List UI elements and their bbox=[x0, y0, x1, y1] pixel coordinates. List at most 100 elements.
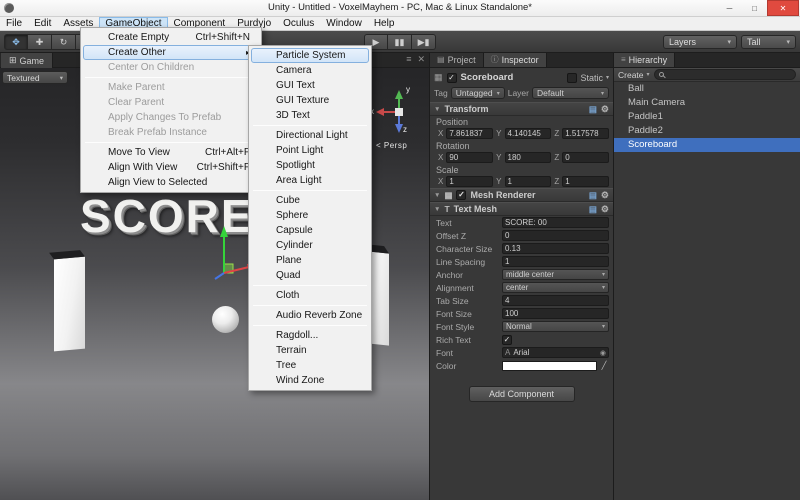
tab-inspector[interactable]: ⓘ Inspector bbox=[484, 52, 547, 67]
scale-z-field[interactable]: 1 bbox=[562, 176, 609, 187]
foldout-icon[interactable]: ▼ bbox=[434, 106, 440, 113]
submenu-item-camera[interactable]: Camera bbox=[251, 63, 369, 78]
submenu-item-directional-light[interactable]: Directional Light bbox=[251, 128, 369, 143]
text-mesh-header[interactable]: ▼ T Text Mesh ▤ ⚙ bbox=[430, 202, 613, 216]
reference-icon[interactable]: ▤ bbox=[589, 204, 597, 215]
tab-hierarchy[interactable]: ≡ Hierarchy bbox=[614, 52, 675, 67]
eyedropper-icon[interactable]: ╱ bbox=[599, 361, 609, 370]
position-x-field[interactable]: 7.861837 bbox=[446, 128, 493, 139]
perspective-label[interactable]: < Persp bbox=[376, 141, 407, 150]
rotation-y-field[interactable]: 180 bbox=[505, 152, 552, 163]
drawmode-dropdown[interactable]: Textured ▾ bbox=[2, 71, 68, 84]
submenu-item-point-light[interactable]: Point Light bbox=[251, 143, 369, 158]
submenu-item-wind-zone[interactable]: Wind Zone bbox=[251, 373, 369, 388]
submenu-item-cylinder[interactable]: Cylinder bbox=[251, 238, 369, 253]
position-y-field[interactable]: 4.140145 bbox=[505, 128, 552, 139]
menu-item-move-to-view[interactable]: Move To View Ctrl+Alt+F bbox=[83, 145, 259, 160]
submenu-item-terrain[interactable]: Terrain bbox=[251, 343, 369, 358]
menu-file[interactable]: File bbox=[0, 17, 28, 30]
submenu-item-area-light[interactable]: Area Light bbox=[251, 173, 369, 188]
submenu-item-sphere[interactable]: Sphere bbox=[251, 208, 369, 223]
submenu-item-gui-text[interactable]: GUI Text bbox=[251, 78, 369, 93]
reference-icon[interactable]: ▤ bbox=[589, 190, 597, 201]
character-size-field[interactable]: 0.13 bbox=[502, 243, 609, 254]
alignment-dropdown[interactable]: center ▾ bbox=[502, 282, 609, 293]
tab-size-field[interactable]: 4 bbox=[502, 295, 609, 306]
ball-object[interactable] bbox=[212, 306, 239, 333]
submenu-item-audio-reverb-zone[interactable]: Audio Reverb Zone bbox=[251, 308, 369, 323]
gear-icon[interactable]: ⚙ bbox=[601, 190, 609, 201]
mesh-renderer-header[interactable]: ▼ ▦ ✓ Mesh Renderer ▤ ⚙ bbox=[430, 188, 613, 202]
close-button[interactable]: ✕ bbox=[767, 0, 799, 16]
scale-y-field[interactable]: 1 bbox=[505, 176, 552, 187]
hand-tool-icon[interactable]: ✥ bbox=[4, 34, 28, 50]
rotate-tool-icon[interactable]: ↻ bbox=[52, 34, 76, 50]
font-size-field[interactable]: 100 bbox=[502, 308, 609, 319]
font-object-field[interactable]: A Arial ◉ bbox=[502, 347, 609, 358]
menu-item-align-view-to-selected[interactable]: Align View to Selected bbox=[83, 175, 259, 190]
submenu-item-capsule[interactable]: Capsule bbox=[251, 223, 369, 238]
hierarchy-item-main-camera[interactable]: Main Camera bbox=[614, 96, 800, 110]
close-icon[interactable]: ✕ bbox=[417, 54, 425, 65]
reference-icon[interactable]: ▤ bbox=[589, 104, 597, 115]
gear-icon[interactable]: ⚙ bbox=[601, 104, 609, 115]
layout-dropdown[interactable]: Tall ▾ bbox=[741, 35, 796, 49]
foldout-icon[interactable]: ▼ bbox=[434, 192, 440, 199]
rich-text-checkbox[interactable]: ✓ bbox=[502, 335, 512, 345]
submenu-item-3d-text[interactable]: 3D Text bbox=[251, 108, 369, 123]
hierarchy-item-scoreboard[interactable]: Scoreboard bbox=[614, 138, 800, 152]
submenu-item-ragdoll[interactable]: Ragdoll... bbox=[251, 328, 369, 343]
submenu-item-cube[interactable]: Cube bbox=[251, 193, 369, 208]
create-dropdown[interactable]: Create ▾ bbox=[618, 70, 650, 80]
submenu-item-tree[interactable]: Tree bbox=[251, 358, 369, 373]
menu-item-make-parent[interactable]: Make Parent bbox=[83, 80, 259, 95]
rotation-x-field[interactable]: 90 bbox=[446, 152, 493, 163]
submenu-item-particle-system[interactable]: Particle System bbox=[251, 48, 369, 63]
offset-z-field[interactable]: 0 bbox=[502, 230, 609, 241]
minimize-button[interactable]: ─ bbox=[717, 0, 742, 16]
submenu-item-spotlight[interactable]: Spotlight bbox=[251, 158, 369, 173]
submenu-item-quad[interactable]: Quad bbox=[251, 268, 369, 283]
object-picker-icon[interactable]: ◉ bbox=[600, 349, 606, 357]
tab-game[interactable]: ⊞ Game bbox=[1, 53, 53, 68]
menu-help[interactable]: Help bbox=[368, 17, 401, 30]
text-field[interactable]: SCORE: 00 bbox=[502, 217, 609, 228]
menu-item-break-prefab-instance[interactable]: Break Prefab Instance bbox=[83, 125, 259, 140]
tag-dropdown[interactable]: Untagged ▾ bbox=[451, 87, 505, 99]
scene-orientation-gizmo[interactable]: x y z < Persp bbox=[370, 87, 428, 157]
paddle1-object[interactable] bbox=[54, 257, 85, 352]
menu-item-clear-parent[interactable]: Clear Parent bbox=[83, 95, 259, 110]
hierarchy-item-paddle2[interactable]: Paddle2 bbox=[614, 124, 800, 138]
hierarchy-item-paddle1[interactable]: Paddle1 bbox=[614, 110, 800, 124]
static-dropdown[interactable]: Static ▾ bbox=[567, 73, 609, 83]
foldout-icon[interactable]: ▼ bbox=[434, 206, 440, 213]
submenu-item-plane[interactable]: Plane bbox=[251, 253, 369, 268]
tab-project[interactable]: ▤ Project bbox=[430, 52, 484, 67]
layers-dropdown[interactable]: Layers ▾ bbox=[663, 35, 737, 49]
position-z-field[interactable]: 1.517578 bbox=[562, 128, 609, 139]
add-component-button[interactable]: Add Component bbox=[469, 386, 575, 402]
mesh-renderer-checkbox[interactable]: ✓ bbox=[456, 190, 466, 200]
scale-x-field[interactable]: 1 bbox=[446, 176, 493, 187]
line-spacing-field[interactable]: 1 bbox=[502, 256, 609, 267]
menu-edit[interactable]: Edit bbox=[28, 17, 57, 30]
layer-dropdown[interactable]: Default ▾ bbox=[532, 87, 609, 99]
hierarchy-item-ball[interactable]: Ball bbox=[614, 82, 800, 96]
move-tool-icon[interactable]: ✚ bbox=[28, 34, 52, 50]
step-button[interactable]: ▶▮ bbox=[412, 34, 436, 50]
pause-button[interactable]: ▮▮ bbox=[388, 34, 412, 50]
color-swatch[interactable] bbox=[502, 361, 597, 371]
rotation-z-field[interactable]: 0 bbox=[562, 152, 609, 163]
menu-window[interactable]: Window bbox=[320, 17, 368, 30]
menu-item-center-on-children[interactable]: Center On Children bbox=[83, 60, 259, 75]
static-checkbox[interactable] bbox=[567, 73, 577, 83]
gameobject-name[interactable]: Scoreboard bbox=[461, 72, 564, 83]
submenu-item-cloth[interactable]: Cloth bbox=[251, 288, 369, 303]
maximize-button[interactable]: □ bbox=[742, 0, 767, 16]
menu-item-apply-changes-to-prefab[interactable]: Apply Changes To Prefab bbox=[83, 110, 259, 125]
anchor-dropdown[interactable]: middle center ▾ bbox=[502, 269, 609, 280]
list-icon[interactable]: ≡ bbox=[406, 54, 411, 65]
active-checkbox[interactable]: ✓ bbox=[447, 73, 457, 83]
hierarchy-search-input[interactable] bbox=[654, 69, 796, 80]
gear-icon[interactable]: ⚙ bbox=[601, 204, 609, 215]
